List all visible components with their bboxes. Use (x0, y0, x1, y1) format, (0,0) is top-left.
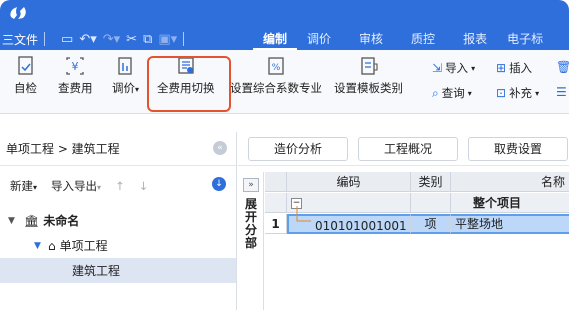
move-down-button[interactable]: ↓ (139, 179, 149, 193)
row-index (265, 193, 287, 213)
chevron-down-icon: ▾ (535, 88, 540, 98)
tab-quality[interactable]: 质控 (393, 28, 445, 50)
button-label: 查费用 (58, 81, 93, 95)
insert-icon: ⊞ (496, 61, 507, 75)
list-icon[interactable]: ☰ (556, 85, 567, 99)
file-menu[interactable]: 三文件 (2, 31, 38, 48)
ribbon: 自检 ¥ 查费用 调价▾ 全费用切换 % 设置综合系数专业 设置模板类别 ⇲ 导… (0, 50, 569, 114)
tab-report[interactable]: 报表 (445, 28, 497, 50)
expand-division-label[interactable]: 展开分部 (244, 198, 258, 250)
expand-arrow-icon[interactable]: ▼ (8, 216, 20, 226)
import-export-button[interactable]: 导入导出▾ (51, 178, 101, 194)
coefficient-icon: % (266, 56, 286, 76)
project-tree: ▼ 🏛 未命名 ▼ ⌂ 单项工程 建筑工程 (0, 208, 236, 283)
tab-e-bid[interactable]: 电子标 (497, 28, 553, 50)
import-button[interactable]: ⇲ 导入 ▾ (432, 60, 475, 76)
tree-connector (296, 206, 311, 222)
chevron-down-icon: ▾ (135, 85, 140, 94)
tree-toolbar: 新建▾ 导入导出▾ ↑ ↓ (10, 178, 148, 194)
division-side-strip: » 展开分部 (238, 172, 264, 310)
svg-text:¥: ¥ (72, 60, 79, 73)
name-cell[interactable]: 整个项目 (451, 193, 569, 213)
save-icon[interactable]: ▭ (61, 33, 73, 46)
project-overview-button[interactable]: 工程概况 (358, 137, 458, 161)
divider (44, 32, 46, 46)
query-icon: ⌕ (432, 85, 439, 100)
supplement-icon: ⊡ (496, 86, 507, 100)
column-header-type[interactable]: 类别 (411, 172, 451, 192)
analysis-toolbar: 造价分析 工程概况 取费设置 (238, 132, 569, 166)
tree-node-root[interactable]: ▼ 🏛 未命名 (0, 208, 236, 233)
ribbon-tabs: 编制 调价 审核 质控 报表 电子标 (253, 28, 553, 50)
name-cell[interactable]: 平整场地 (451, 214, 569, 234)
tab-review[interactable]: 审核 (341, 28, 393, 50)
cut-icon[interactable]: ✂ (126, 33, 137, 46)
tree-node-label: 建筑工程 (72, 264, 121, 278)
svg-text:%: % (272, 63, 281, 73)
copy-icon[interactable]: ⧉ (143, 33, 152, 46)
button-label: 设置模板类别 (334, 81, 403, 95)
button-label: 设置综合系数专业 (230, 81, 322, 95)
cost-analysis-button[interactable]: 造价分析 (248, 137, 348, 161)
row-index: 1 (265, 214, 287, 234)
row-index-header (265, 172, 287, 192)
tab-compile[interactable]: 编制 (253, 28, 298, 50)
tree-node-single-project[interactable]: ▼ ⌂ 单项工程 (0, 233, 236, 258)
fee-lookup-icon: ¥ (65, 56, 85, 76)
bill-grid: 编码 类别 名称 − 整个项目 1 010101001001 项 平整场地 (265, 172, 569, 310)
template-icon (359, 56, 379, 76)
price-adjust-button[interactable]: 调价▾ (112, 56, 139, 96)
set-coefficient-button[interactable]: % 设置综合系数专业 (230, 56, 322, 96)
divider (0, 165, 236, 166)
main-panel: 造价分析 工程概况 取费设置 » 展开分部 编码 类别 名称 − 整个项目 1 … (238, 132, 569, 310)
price-adjust-icon (116, 56, 136, 76)
home-icon: ⌂ (48, 238, 56, 253)
app-window: 三文件 ▭ ↶▾ ↷▾ ✂ ⧉ ▣▾ 编制 调价 审核 质控 报表 电子标 自检… (0, 0, 569, 310)
tab-price-adjust[interactable]: 调价 (297, 28, 341, 50)
project-tree-panel: 单项工程 > 建筑工程 « 新建▾ 导入导出▾ ↑ ↓ ↓ ▼ 🏛 未命名 ▼ … (0, 132, 237, 310)
check-doc-icon (16, 56, 36, 76)
tree-node-label: 未命名 (43, 214, 80, 228)
move-up-button[interactable]: ↑ (115, 179, 125, 193)
tree-node-label: 单项工程 (59, 239, 108, 253)
fee-settings-button[interactable]: 取费设置 (468, 137, 568, 161)
expand-arrow-icon[interactable]: ▼ (34, 241, 46, 251)
insert-button[interactable]: ⊞ 插入 (496, 60, 532, 76)
button-label: 自检 (14, 81, 37, 95)
button-label: 调价▾ (112, 81, 140, 95)
set-template-button[interactable]: 设置模板类别 (334, 56, 403, 96)
import-icon: ⇲ (432, 61, 443, 75)
quick-access-toolbar: ▭ ↶▾ ↷▾ ✂ ⧉ ▣▾ (61, 33, 177, 46)
chevron-down-icon: ▾ (467, 88, 472, 98)
download-icon[interactable]: ↓ (212, 177, 226, 191)
chevron-down-icon: ▾ (97, 183, 102, 192)
column-header-name[interactable]: 名称 (451, 172, 569, 192)
tree-node-building-work[interactable]: 建筑工程 (0, 258, 236, 283)
app-logo-icon (10, 7, 26, 19)
undo-icon[interactable]: ↶▾ (79, 33, 96, 46)
chevron-down-icon: ▾ (471, 63, 476, 73)
type-cell (411, 193, 451, 213)
breadcrumb: 单项工程 > 建筑工程 (6, 142, 120, 156)
highlight-box (147, 56, 231, 112)
building-icon: 🏛 (24, 213, 40, 228)
new-button[interactable]: 新建▾ (10, 178, 37, 194)
collapse-panel-icon[interactable]: « (213, 141, 227, 155)
supplement-button[interactable]: ⊡ 补充 ▾ (496, 85, 539, 101)
chevron-down-icon: ▾ (33, 183, 38, 192)
title-bar: 三文件 ▭ ↶▾ ↷▾ ✂ ⧉ ▣▾ 编制 调价 审核 质控 报表 电子标 (0, 0, 569, 50)
query-button[interactable]: ⌕ 查询 ▾ (432, 85, 472, 101)
expand-icon[interactable]: » (243, 178, 259, 192)
grid-header: 编码 类别 名称 (265, 172, 569, 192)
column-header-code[interactable]: 编码 (287, 172, 411, 192)
self-check-button[interactable]: 自检 (14, 56, 37, 96)
redo-icon[interactable]: ↷▾ (103, 33, 120, 46)
paste-icon[interactable]: ▣▾ (158, 33, 177, 46)
fee-lookup-button[interactable]: ¥ 查费用 (58, 56, 93, 96)
delete-icon[interactable]: 🗑 (556, 60, 569, 74)
type-cell[interactable]: 项 (411, 214, 451, 234)
divider (183, 32, 185, 46)
